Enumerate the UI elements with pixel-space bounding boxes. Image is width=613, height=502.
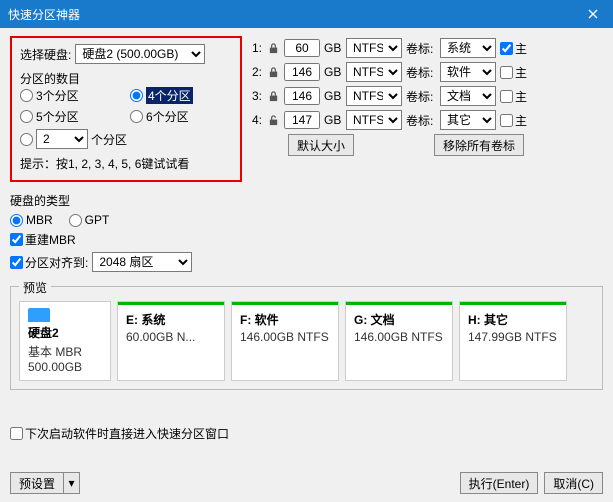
lock-icon[interactable] (266, 67, 280, 78)
filesystem-select[interactable]: NTFS (346, 110, 402, 130)
align-select[interactable]: 2048 扇区 (92, 252, 192, 272)
radio-6-partitions[interactable]: 6个分区 (130, 108, 232, 125)
tips-text: 提示：按1, 2, 3, 4, 5, 6键试试看 (20, 155, 232, 172)
volume-select[interactable]: 文档 (440, 86, 496, 106)
volume-label-text: 卷标: (406, 40, 436, 57)
volume-label-text: 卷标: (406, 112, 436, 129)
close-button[interactable] (573, 0, 613, 28)
close-icon (588, 9, 598, 19)
preview-partition-card: E: 系统60.00GB N... (117, 301, 225, 381)
volume-label-text: 卷标: (406, 64, 436, 81)
filesystem-select[interactable]: NTFS (346, 62, 402, 82)
partition-row: 2: GB NTFS卷标:软件主 (248, 62, 603, 82)
radio-5-partitions[interactable]: 5个分区 (20, 108, 122, 125)
disk-select-panel: 选择硬盘: 硬盘2 (500.00GB) 分区的数目 3个分区 4个分区 5个分… (10, 36, 242, 182)
titlebar: 快速分区神器 (0, 0, 613, 28)
row-index: 4: (248, 113, 262, 127)
disk-icon (28, 308, 50, 322)
align-checkbox[interactable]: 分区对齐到: (10, 254, 88, 271)
lock-icon[interactable] (266, 91, 280, 102)
default-size-button[interactable]: 默认大小 (288, 134, 354, 156)
primary-checkbox[interactable]: 主 (500, 88, 527, 105)
clear-labels-button[interactable]: 移除所有卷标 (434, 134, 524, 156)
preview-partition-card: G: 文档146.00GB NTFS (345, 301, 453, 381)
partition-row: 3: GB NTFS卷标:文档主 (248, 86, 603, 106)
gb-label: GB (324, 41, 342, 55)
size-input[interactable] (284, 63, 320, 81)
preset-button[interactable]: 预设置 ▾ (10, 472, 80, 494)
radio-mbr[interactable]: MBR (10, 213, 53, 227)
next-boot-checkbox[interactable]: 下次启动软件时直接进入快速分区窗口 (10, 425, 229, 442)
preview-disk-card: 硬盘2基本 MBR500.00GB (19, 301, 111, 381)
volume-select[interactable]: 其它 (440, 110, 496, 130)
preview-partition-card: F: 软件146.00GB NTFS (231, 301, 339, 381)
partition-count-label: 分区的数目 (20, 70, 232, 87)
rebuild-mbr-checkbox[interactable]: 重建MBR (10, 231, 603, 248)
gb-label: GB (324, 113, 342, 127)
volume-select[interactable]: 软件 (440, 62, 496, 82)
chevron-down-icon[interactable]: ▾ (64, 472, 80, 494)
gb-label: GB (324, 65, 342, 79)
primary-checkbox[interactable]: 主 (500, 112, 527, 129)
filesystem-select[interactable]: NTFS (346, 38, 402, 58)
custom-count-select[interactable]: 2 (36, 129, 88, 149)
ok-button[interactable]: 执行(Enter) (460, 472, 539, 494)
preview-panel: 预览 硬盘2基本 MBR500.00GBE: 系统60.00GB N...F: … (10, 286, 603, 390)
preview-partition-card: H: 其它147.99GB NTFS (459, 301, 567, 381)
size-input[interactable] (284, 39, 320, 57)
radio-3-partitions[interactable]: 3个分区 (20, 87, 122, 104)
row-index: 1: (248, 41, 262, 55)
volume-label-text: 卷标: (406, 88, 436, 105)
disk-type-label: 硬盘的类型 (10, 192, 603, 209)
unlock-icon[interactable] (266, 115, 280, 126)
filesystem-select[interactable]: NTFS (346, 86, 402, 106)
lock-icon[interactable] (266, 43, 280, 54)
disk-select[interactable]: 硬盘2 (500.00GB) (75, 44, 205, 64)
cancel-button[interactable]: 取消(C) (544, 472, 603, 494)
primary-checkbox[interactable]: 主 (500, 64, 527, 81)
volume-select[interactable]: 系统 (440, 38, 496, 58)
partition-table: 1:GBNTFS卷标:系统主2:GBNTFS卷标:软件主3:GBNTFS卷标:文… (248, 36, 603, 182)
size-input[interactable] (284, 111, 320, 129)
disk-type-panel: 硬盘的类型 MBR GPT 重建MBR 分区对齐到: 2048 扇区 (10, 192, 603, 278)
partition-row: 1: GB NTFS卷标:系统主 (248, 38, 603, 58)
disk-label: 选择硬盘: (20, 46, 71, 63)
primary-checkbox[interactable]: 主 (500, 40, 527, 57)
size-input[interactable] (284, 87, 320, 105)
radio-custom-partitions[interactable]: 2 个分区 (20, 129, 232, 149)
row-index: 3: (248, 89, 262, 103)
row-index: 2: (248, 65, 262, 79)
preview-title: 预览 (19, 279, 51, 296)
radio-gpt[interactable]: GPT (69, 213, 110, 227)
partition-row: 4: GB NTFS卷标:其它主 (248, 110, 603, 130)
window-title: 快速分区神器 (8, 6, 80, 23)
gb-label: GB (324, 89, 342, 103)
radio-4-partitions[interactable]: 4个分区 (130, 87, 232, 104)
